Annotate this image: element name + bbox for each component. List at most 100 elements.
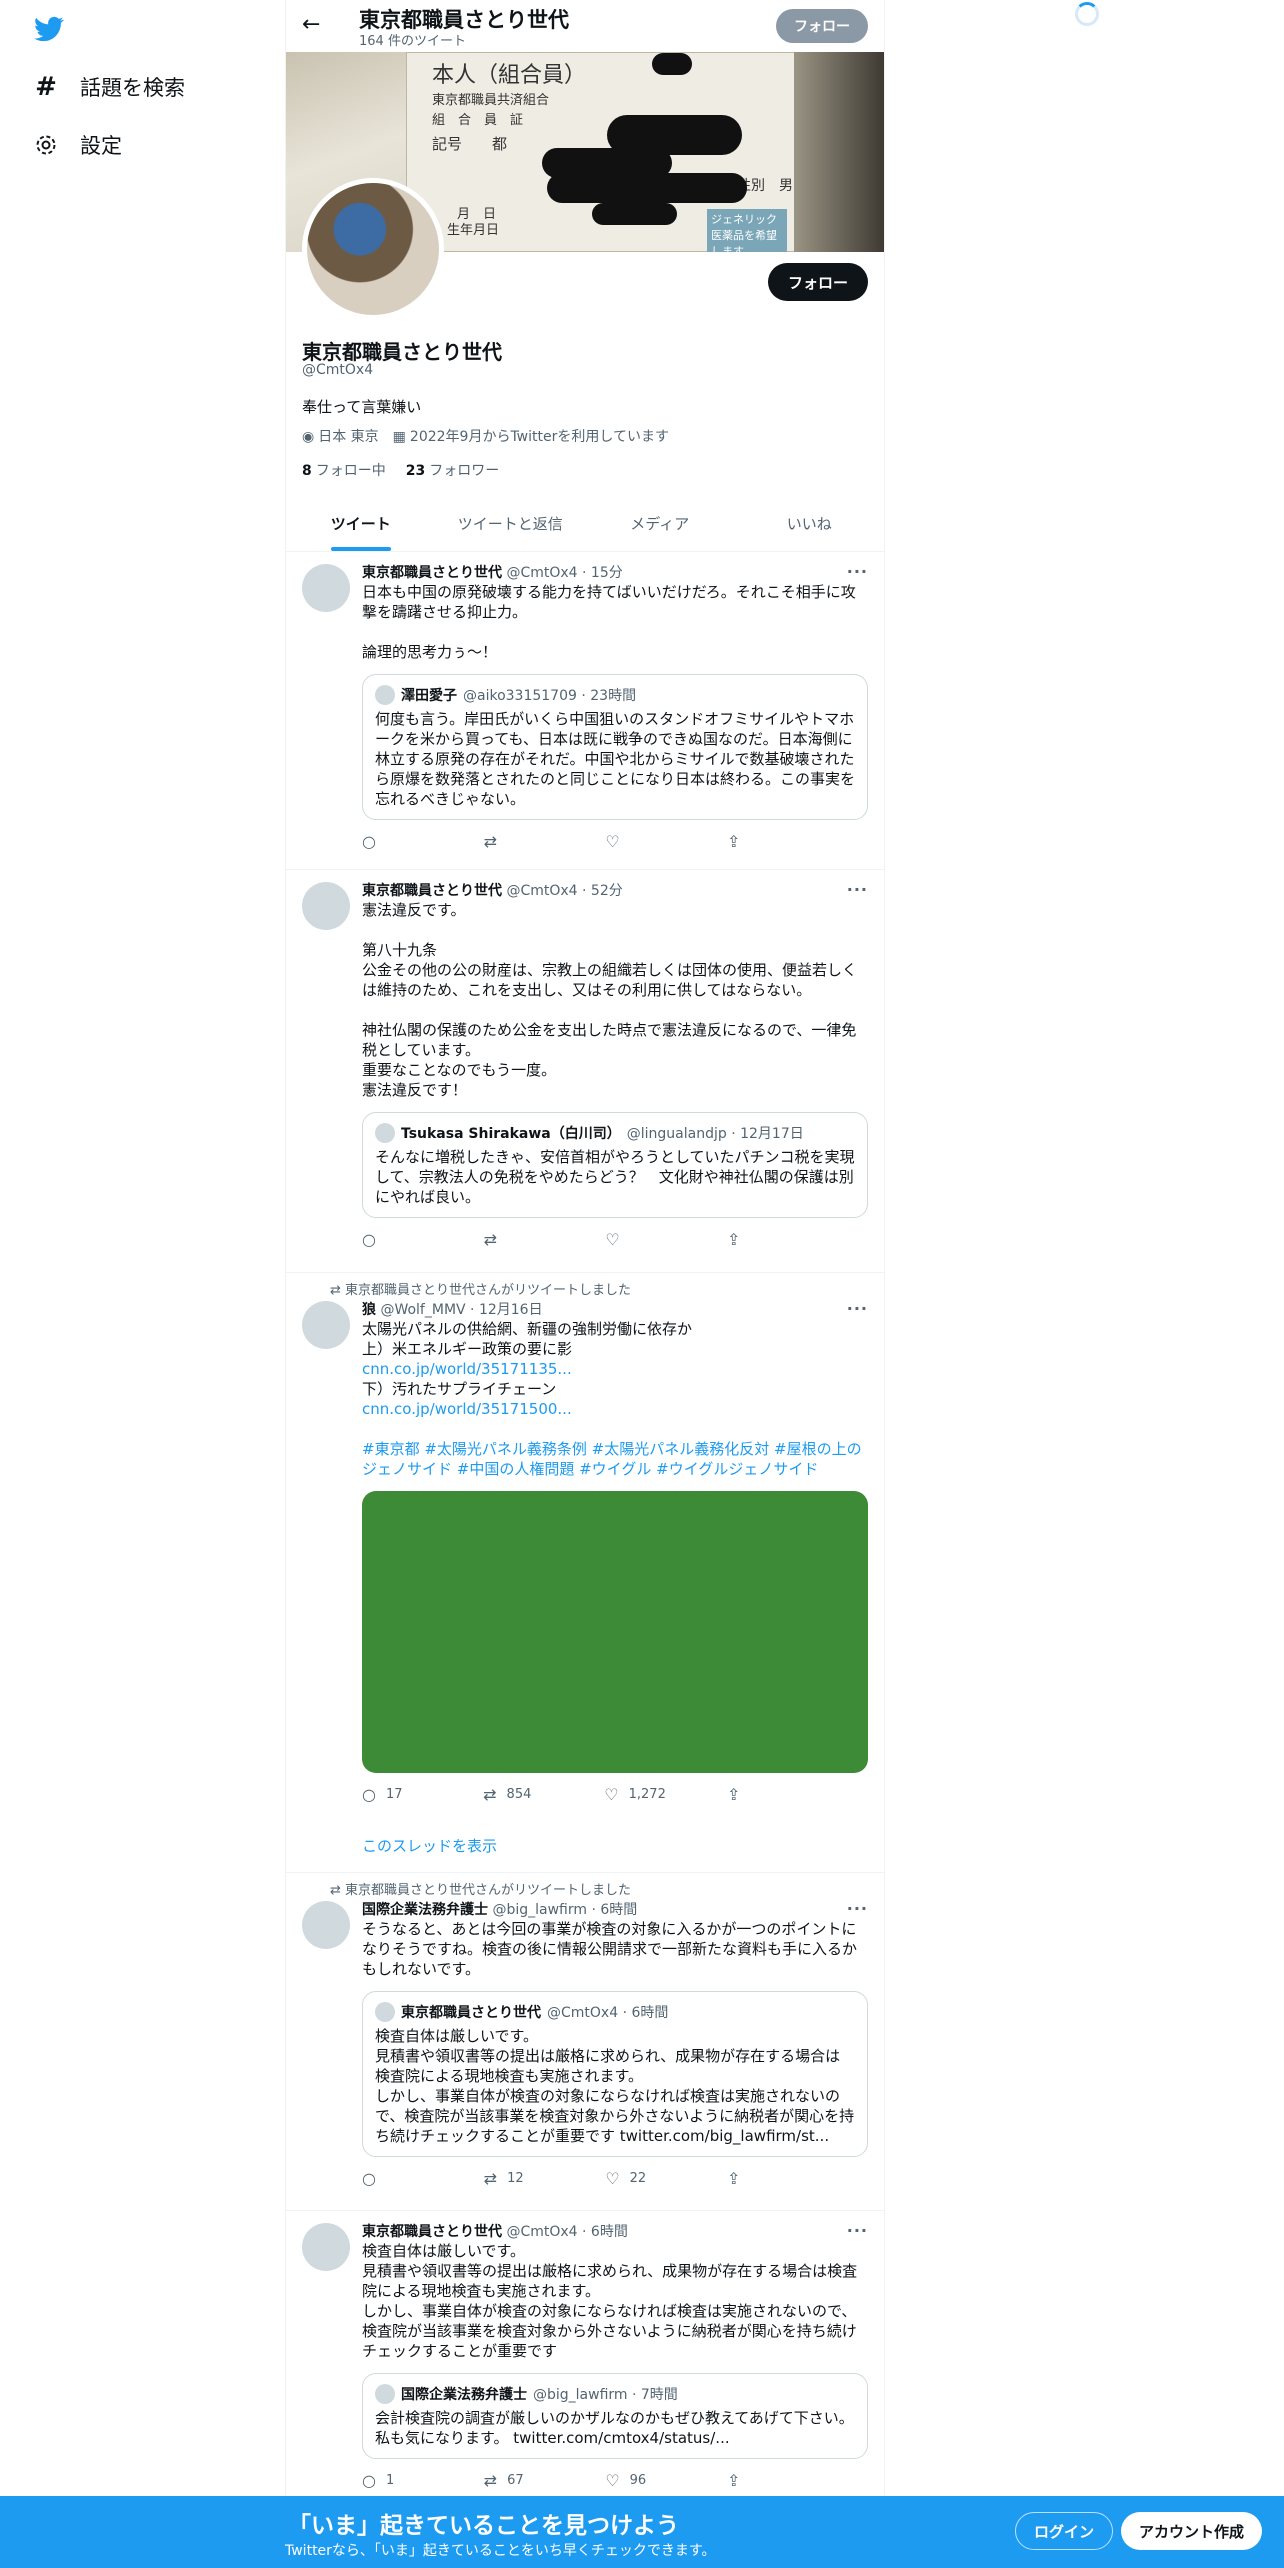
reply-icon: ○ bbox=[362, 2471, 376, 2490]
tweet-actions: ○ ⇄ ♡ ⇪ bbox=[362, 832, 787, 851]
tweet-author[interactable]: 東京都職員さとり世代 bbox=[362, 883, 502, 899]
like-button[interactable]: ♡ bbox=[605, 832, 665, 851]
reply-button[interactable]: ○ bbox=[362, 1230, 422, 1249]
tweet-author[interactable]: 東京都職員さとり世代 bbox=[362, 565, 502, 581]
tweet-author[interactable]: 東京都職員さとり世代 bbox=[362, 2224, 502, 2240]
like-button[interactable]: ♡ 22 bbox=[605, 2169, 665, 2188]
retweet-button[interactable]: ⇄ 67 bbox=[484, 2471, 544, 2490]
quote-text: そんなに増税したきゃ、安倍首相がやろうとしていたパチンコ税を実現して、宗教法人の… bbox=[375, 1148, 855, 1206]
share-icon: ⇪ bbox=[726, 2169, 741, 2188]
share-button[interactable]: ⇪ bbox=[727, 2471, 787, 2490]
tweet-meta: @CmtOx4 · 6時間 bbox=[506, 2224, 628, 2240]
share-button[interactable]: ⇪ bbox=[727, 1785, 787, 1804]
tab-tweets-replies[interactable]: ツイートと返信 bbox=[436, 500, 586, 551]
profile-location: 日本 東京 bbox=[318, 429, 379, 445]
retweet-icon: ⇄ bbox=[483, 2169, 498, 2188]
retweet-button[interactable]: ⇄ 12 bbox=[484, 2169, 544, 2188]
sidebar-item-label: 話題を検索 bbox=[80, 76, 185, 100]
location-icon: ◉ bbox=[302, 429, 315, 445]
tab-media[interactable]: メディア bbox=[585, 500, 735, 551]
avatar bbox=[375, 685, 395, 705]
tweet-media-image[interactable] bbox=[362, 1491, 868, 1773]
heart-icon: ♡ bbox=[605, 832, 620, 851]
tweet-meta: @big_lawfirm · 6時間 bbox=[492, 1902, 638, 1918]
heart-icon: ♡ bbox=[605, 1230, 620, 1249]
share-button[interactable]: ⇪ bbox=[727, 2169, 787, 2188]
share-icon: ⇪ bbox=[726, 2471, 741, 2490]
reply-button[interactable]: ○ bbox=[362, 2169, 422, 2188]
tweet[interactable]: ··· 東京都職員さとり世代 @CmtOx4 · 52分 憲法違反です。 第八十… bbox=[286, 870, 884, 1273]
signup-button[interactable]: アカウント作成 bbox=[1121, 2512, 1263, 2550]
tab-likes[interactable]: いいね bbox=[735, 500, 885, 551]
avatar[interactable] bbox=[302, 1301, 350, 1349]
sidebar-item-explore[interactable]: # 話題を検索 bbox=[34, 72, 185, 102]
tweet-text: 太陽光パネルの供給網、新疆の強制労働に依存か 上）米エネルギー政策の要に影 cn… bbox=[362, 1320, 862, 1478]
tweet[interactable]: ⇄ 東京都職員さとり世代さんがリツイートしました ··· 狼 @Wolf_MMV… bbox=[286, 1273, 884, 1873]
retweet-button[interactable]: ⇄ bbox=[484, 832, 544, 851]
avatar bbox=[375, 2384, 395, 2404]
banner-card-image: 本人（組合員） 東京都職員共済組合 組 合 員 証 記号 都 番号 性別 男 月… bbox=[406, 52, 846, 252]
reply-button[interactable]: ○ 1 bbox=[362, 2471, 422, 2490]
tweet-text: 日本も中国の原発破壊する能力を持てばいいだけだろ。それこそ相手に攻撃を躊躇させる… bbox=[362, 583, 856, 661]
reply-button[interactable]: ○ 17 bbox=[362, 1785, 422, 1804]
tweet-author[interactable]: 国際企業法務弁護士 bbox=[362, 1902, 488, 1918]
tweet-actions: ○ ⇄ ♡ ⇪ bbox=[362, 1230, 787, 1249]
profile-tabs: ツイート ツイートと返信 メディア いいね bbox=[286, 500, 884, 552]
avatar[interactable] bbox=[302, 564, 350, 612]
retweet-icon: ⇄ bbox=[330, 1883, 346, 1898]
heart-icon: ♡ bbox=[604, 1785, 619, 1804]
gear-icon bbox=[34, 133, 58, 157]
back-arrow-icon[interactable]: ← bbox=[302, 12, 320, 37]
profile-avatar[interactable] bbox=[302, 178, 444, 320]
profile-joined: 2022年9月からTwitterを利用しています bbox=[409, 429, 669, 445]
calendar-icon: ▦ bbox=[392, 429, 406, 445]
follow-button[interactable]: フォロー bbox=[767, 263, 868, 301]
tweet-count: 164 件のツイート bbox=[359, 34, 466, 49]
sidebar-item-label: 設定 bbox=[80, 134, 122, 158]
twitter-logo-icon[interactable] bbox=[32, 14, 66, 44]
share-button[interactable]: ⇪ bbox=[727, 832, 787, 851]
article-link[interactable]: cnn.co.jp/world/35171500... bbox=[362, 1400, 572, 1418]
tweet[interactable]: ··· 東京都職員さとり世代 @CmtOx4 · 6時間 検査自体は厳しいです。… bbox=[286, 2211, 884, 2496]
like-button[interactable]: ♡ bbox=[605, 1230, 665, 1249]
reply-icon: ○ bbox=[362, 2169, 376, 2188]
avatar[interactable] bbox=[302, 882, 350, 930]
avatar[interactable] bbox=[302, 2223, 350, 2271]
share-button[interactable]: ⇪ bbox=[727, 1230, 787, 1249]
share-icon: ⇪ bbox=[726, 832, 741, 851]
hashtag-list[interactable]: #東京都 #太陽光パネル義務条例 #太陽光パネル義務化反対 #屋根の上のジェノサ… bbox=[362, 1440, 862, 1478]
quote-tweet[interactable]: 澤田愛子 @aiko33151709 · 23時間 何度も言う。岸田氏がいくら中国… bbox=[362, 674, 868, 820]
loading-spinner-icon bbox=[1075, 2, 1099, 26]
avatar[interactable] bbox=[302, 1901, 350, 1949]
retweet-icon: ⇄ bbox=[483, 832, 498, 851]
like-button[interactable]: ♡ 1,272 bbox=[604, 1785, 666, 1804]
show-thread-link[interactable]: このスレッドを表示 bbox=[362, 1835, 497, 1856]
retweet-button[interactable]: ⇄ bbox=[484, 1230, 544, 1249]
tab-tweets[interactable]: ツイート bbox=[286, 500, 436, 551]
login-button[interactable]: ログイン bbox=[1015, 2512, 1114, 2550]
retweet-icon: ⇄ bbox=[483, 1230, 498, 1249]
main-column: ← 東京都職員さとり世代 164 件のツイート フォロー 本人（組合員） 東京都… bbox=[285, 0, 885, 2568]
following-link[interactable]: 8 フォロー中 bbox=[302, 460, 386, 480]
quote-tweet[interactable]: 東京都職員さとり世代 @CmtOx4 · 6時間 検査自体は厳しいです。 見積書や… bbox=[362, 1991, 868, 2157]
tweet-actions: ○ ⇄ 12 ♡ 22 ⇪ bbox=[362, 2169, 787, 2188]
like-button[interactable]: ♡ 96 bbox=[605, 2471, 665, 2490]
sidebar-item-settings[interactable]: 設定 bbox=[34, 130, 122, 160]
tweet-meta: @Wolf_MMV · 12月16日 bbox=[380, 1302, 543, 1318]
heart-icon: ♡ bbox=[605, 2471, 620, 2490]
retweet-button[interactable]: ⇄ 854 bbox=[483, 1785, 543, 1804]
quote-tweet[interactable]: 国際企業法務弁護士 @big_lawfirm · 7時間 会計検査院の調査が厳しい… bbox=[362, 2373, 868, 2459]
quote-tweet[interactable]: Tsukasa Shirakawa（白川司） @lingualandjp · 12… bbox=[362, 1112, 868, 1218]
profile-handle: @CmtOx4 bbox=[302, 362, 374, 378]
tweet-text: 憲法違反です。 第八十九条 公金その他の公の財産は、宗教上の組織若しくは団体の使… bbox=[362, 901, 858, 1099]
quote-text: 検査自体は厳しいです。 見積書や領収書等の提出は厳格に求められ、成果物が存在する… bbox=[375, 2027, 855, 2145]
tweet[interactable]: ··· 東京都職員さとり世代 @CmtOx4 · 15分 日本も中国の原発破壊す… bbox=[286, 552, 884, 870]
reply-button[interactable]: ○ bbox=[362, 832, 422, 851]
tweet-meta: @CmtOx4 · 52分 bbox=[506, 883, 623, 899]
followers-link[interactable]: 23 フォロワー bbox=[406, 460, 499, 480]
article-link[interactable]: cnn.co.jp/world/35171135... bbox=[362, 1360, 572, 1378]
tweet-author[interactable]: 狼 bbox=[362, 1302, 376, 1318]
tweet[interactable]: ⇄ 東京都職員さとり世代さんがリツイートしました ··· 国際企業法務弁護士 @… bbox=[286, 1873, 884, 2211]
retweet-icon: ⇄ bbox=[483, 1785, 497, 1804]
follow-button-header[interactable]: フォロー bbox=[776, 9, 868, 43]
